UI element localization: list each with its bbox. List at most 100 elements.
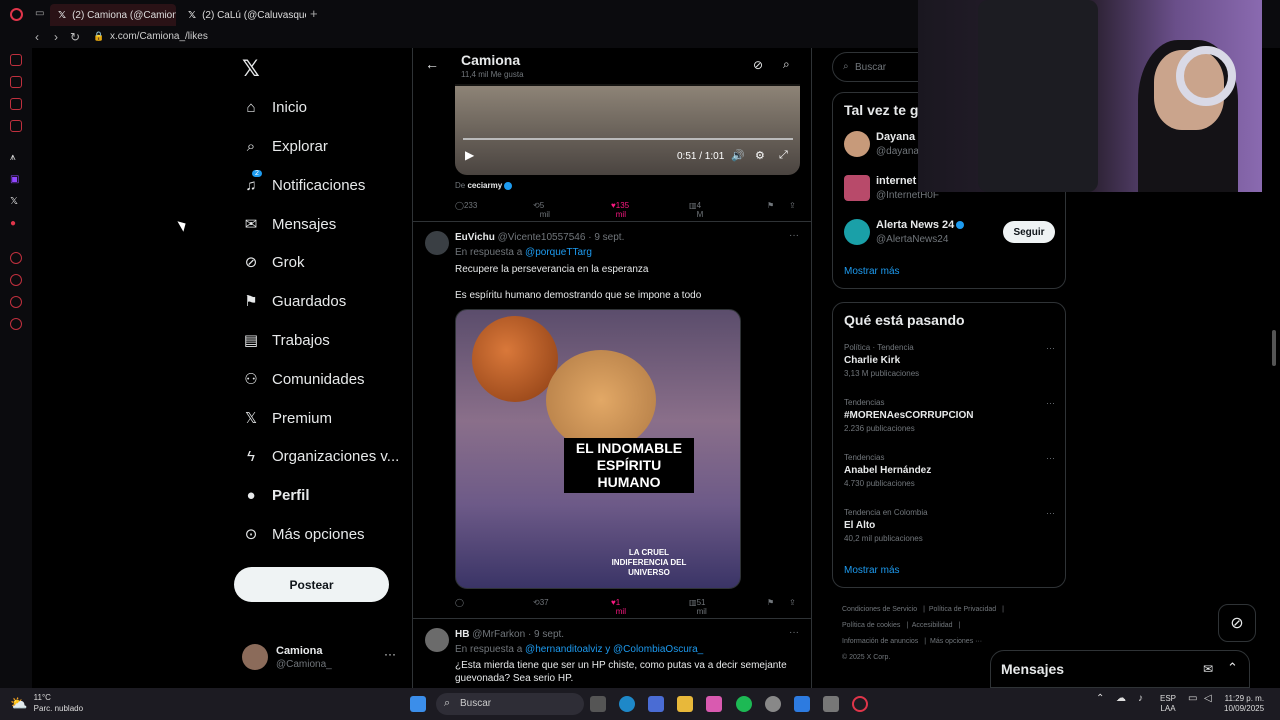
- sidebar-app-icon[interactable]: [10, 252, 22, 264]
- reply-to-link[interactable]: @porqueTTarg: [525, 247, 592, 258]
- video-player[interactable]: ▶ 0:51 / 1:01 🔊 ⚙ ⤢: [455, 84, 800, 175]
- back-icon[interactable]: ‹: [35, 30, 39, 44]
- reply-button[interactable]: ◯: [455, 598, 464, 607]
- more-icon[interactable]: ···: [789, 627, 799, 638]
- trend-item[interactable]: Tendencia en Colombia El Alto 40,2 mil p…: [844, 508, 1056, 543]
- settings-icon[interactable]: [10, 318, 22, 330]
- nav-item-mas-opciones[interactable]: ⊙ Más opciones: [242, 519, 365, 549]
- like-button[interactable]: ♥ 135 mil: [611, 201, 629, 219]
- back-arrow-icon[interactable]: ←: [425, 56, 439, 72]
- footer-link[interactable]: Información de anuncios: [842, 638, 918, 645]
- footer-link[interactable]: Condiciones de Servicio: [842, 606, 917, 613]
- footer-link[interactable]: Accesibilidad: [912, 622, 953, 629]
- folder-icon[interactable]: [677, 696, 693, 712]
- task-view-icon[interactable]: [590, 696, 606, 712]
- nav-item-inicio[interactable]: ⌂ Inicio: [242, 92, 307, 122]
- app-icon[interactable]: [765, 696, 781, 712]
- nav-item-perfil[interactable]: ● Perfil: [242, 480, 309, 510]
- twitch-icon[interactable]: ▣: [10, 174, 19, 185]
- trend-item[interactable]: Tendencias #MORENAesCORRUPCION 2.236 pub…: [844, 398, 1056, 433]
- app-icon[interactable]: [706, 696, 722, 712]
- spotify-icon[interactable]: [736, 696, 752, 712]
- windows-start-icon[interactable]: [410, 696, 426, 712]
- trend-item[interactable]: Tendencias Anabel Hernández 4.730 public…: [844, 453, 1056, 488]
- mic-icon[interactable]: ♪: [1138, 694, 1143, 704]
- avatar[interactable]: [425, 231, 449, 255]
- play-icon[interactable]: ▶: [465, 148, 474, 162]
- show-more-link[interactable]: Mostrar más: [844, 266, 900, 277]
- tweet-author[interactable]: EuVichu @Vicente10557546 · 9 sept.: [455, 232, 624, 243]
- share-icon[interactable]: ⇪: [789, 598, 796, 607]
- footer-link[interactable]: Política de cookies: [842, 622, 900, 629]
- video-progress[interactable]: [463, 138, 793, 140]
- suggested-account[interactable]: Alerta News 24 @AlertaNews24 Seguir: [844, 219, 1056, 249]
- sidebar-app-icon[interactable]: ●: [10, 218, 16, 229]
- url-text[interactable]: x.com/Camiona_/likes: [110, 31, 208, 42]
- language-indicator[interactable]: ESP LAA: [1160, 694, 1176, 714]
- store-icon[interactable]: [648, 696, 664, 712]
- network-icon[interactable]: ▭: [1188, 694, 1197, 704]
- views-button[interactable]: ▥ 4 M: [689, 201, 703, 219]
- more-icon[interactable]: ···: [1046, 453, 1055, 463]
- gear-icon[interactable]: ⚙: [755, 149, 765, 162]
- sidebar-app-icon[interactable]: ⩚: [10, 152, 16, 163]
- x-logo-icon[interactable]: 𝕏: [242, 56, 260, 82]
- forward-icon[interactable]: ›: [54, 30, 58, 44]
- nav-item-comunidades[interactable]: ⚇ Comunidades: [242, 364, 364, 394]
- settings-icon[interactable]: [823, 696, 839, 712]
- more-icon[interactable]: ···: [1046, 508, 1055, 518]
- tab-overview-icon[interactable]: ▭: [35, 8, 47, 20]
- nav-item-trabajos[interactable]: ▤ Trabajos: [242, 325, 330, 355]
- views-button[interactable]: ▥ 51 mil: [689, 598, 707, 616]
- follow-button[interactable]: Seguir: [1003, 221, 1055, 243]
- reply-button[interactable]: ◯ 233: [455, 201, 477, 210]
- bookmark-icon[interactable]: ⚑: [767, 598, 774, 607]
- sidebar-app-icon[interactable]: [10, 120, 22, 132]
- clock[interactable]: 11:29 p. m. 10/09/2025: [1224, 694, 1264, 714]
- show-more-link[interactable]: Mostrar más: [844, 565, 900, 576]
- opera-logo-icon[interactable]: [10, 8, 23, 21]
- tweet-image[interactable]: EL INDOMABLE ESPÍRITU HUMANO LA CRUEL IN…: [455, 309, 741, 589]
- from-user[interactable]: ceciarmy: [467, 181, 502, 190]
- volume-icon[interactable]: 🔊: [731, 149, 745, 162]
- repost-button[interactable]: ⟲ 37: [533, 598, 549, 607]
- nav-item-grok[interactable]: ⊘ Grok: [242, 247, 305, 277]
- grok-floating-button[interactable]: ⊘: [1218, 604, 1256, 642]
- nav-item-guardados[interactable]: ⚑ Guardados: [242, 286, 346, 316]
- more-icon[interactable]: ···: [789, 230, 799, 241]
- post-button[interactable]: Postear: [234, 567, 389, 602]
- cloud-icon[interactable]: ☁: [1116, 694, 1126, 704]
- new-message-icon[interactable]: ✉: [1203, 662, 1213, 676]
- repost-button[interactable]: ⟲ 5 mil: [533, 201, 550, 219]
- edge-icon[interactable]: [619, 696, 635, 712]
- grok-icon[interactable]: ⊘: [753, 58, 763, 72]
- new-tab-button[interactable]: +: [310, 6, 318, 21]
- tweet-author[interactable]: HB @MrFarkon · 9 sept.: [455, 629, 564, 640]
- more-icon[interactable]: ···: [384, 647, 396, 661]
- more-icon[interactable]: ···: [1046, 343, 1055, 353]
- sidebar-app-icon[interactable]: [10, 296, 22, 308]
- nav-item-explorar[interactable]: ⌕ Explorar: [242, 131, 328, 161]
- sidebar-app-icon[interactable]: [10, 98, 22, 110]
- bookmark-icon[interactable]: ⚑: [767, 201, 774, 210]
- nav-item-notificaciones[interactable]: ♫ 2 Notificaciones: [242, 170, 365, 200]
- weather-widget[interactable]: ⛅ 11°C Parc. nublado: [10, 692, 83, 714]
- reload-icon[interactable]: ↻: [70, 30, 80, 44]
- reply-to-link[interactable]: @hernanditoalviz y @ColombiaOscura_: [525, 644, 703, 655]
- footer-link[interactable]: Política de Privacidad: [929, 606, 996, 613]
- footer-more-link[interactable]: Más opciones ···: [930, 638, 982, 645]
- search-icon[interactable]: ⌕: [783, 57, 790, 72]
- sidebar-app-icon[interactable]: [10, 54, 22, 66]
- messages-drawer[interactable]: Mensajes ✉ ⌃: [990, 650, 1250, 688]
- taskbar-search[interactable]: ⌕ Buscar: [436, 693, 584, 715]
- more-icon[interactable]: ···: [1046, 398, 1055, 408]
- fullscreen-icon[interactable]: ⤢: [779, 149, 788, 162]
- x-app-icon[interactable]: 𝕏: [10, 196, 18, 207]
- tab-calu[interactable]: 𝕏 (2) CaLú (@Caluvasquez: [180, 4, 306, 26]
- tab-camiona[interactable]: 𝕏 (2) Camiona (@Camiona_ ×: [50, 4, 176, 26]
- expand-icon[interactable]: ⌃: [1227, 660, 1238, 676]
- share-icon[interactable]: ⇪: [789, 201, 796, 210]
- opera-icon[interactable]: [852, 696, 868, 712]
- nav-item-premium[interactable]: 𝕏 Premium: [242, 403, 332, 433]
- nav-item-organizaciones[interactable]: ϟ Organizaciones v...: [242, 441, 399, 471]
